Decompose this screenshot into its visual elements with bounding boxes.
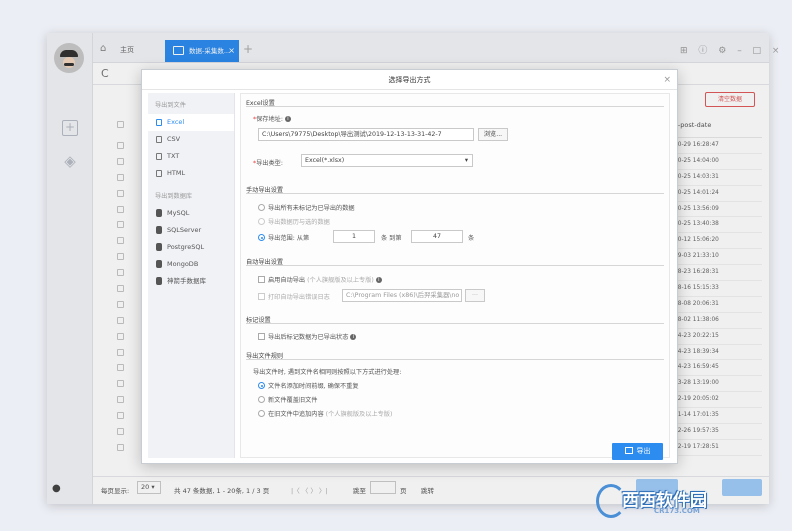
range-to-input[interactable]: 47: [411, 230, 463, 243]
menu-label: TXT: [167, 152, 180, 160]
watermark: 西西软件园 CR173.COM: [596, 482, 786, 522]
menu-label: 神箭手数据库: [167, 277, 206, 285]
auto-section-title: 自动导出设置: [246, 257, 664, 266]
rule-rename-label: 文件名添加时间前缀, 确保不重复: [268, 383, 359, 390]
file-group-label: 导出到文件: [155, 102, 186, 109]
menu-item-mongodb[interactable]: MongoDB: [148, 256, 234, 273]
export-type-label-text: 导出类型:: [256, 160, 283, 167]
range-end-label: 条: [468, 235, 475, 242]
file-icon: [156, 170, 162, 177]
radio-unmarked[interactable]: [258, 204, 265, 211]
radio-history: [258, 218, 265, 225]
auto-enable-text: 启用自动导出: [268, 277, 306, 284]
export-button-label: 导出: [636, 447, 651, 455]
dialog-title: 选择导出方式 ×: [142, 70, 677, 90]
rule-append-label: 在旧文件中追加内容 (个人旗舰版及以上专版): [268, 409, 392, 418]
database-icon: [156, 260, 162, 268]
menu-label: Excel: [167, 118, 185, 126]
opt-history-label: 导出数据历与选的数据: [268, 219, 330, 226]
export-button[interactable]: 导出: [612, 443, 663, 460]
mark-after-text: 导出后标记数据为已导出状态: [268, 334, 349, 341]
export-type-value: Excel(*.xlsx): [305, 157, 345, 164]
db-group-label: 导出到数据库: [155, 193, 193, 200]
file-icon: [156, 136, 162, 143]
menu-label: MongoDB: [167, 260, 199, 268]
auto-log-path-input: C:\Program Files (x86)\后羿采集器\no: [342, 289, 462, 302]
file-icon: [156, 153, 162, 160]
export-dialog: 选择导出方式 × 导出到文件 Excel CSV TXT HTML 导出到数据库 …: [141, 69, 678, 464]
save-path-label-text: 保存地址:: [256, 116, 283, 123]
rule-append-text: 在旧文件中追加内容: [268, 411, 324, 418]
close-icon[interactable]: ×: [663, 70, 671, 90]
menu-item-excel[interactable]: Excel: [148, 114, 234, 131]
dialog-title-text: 选择导出方式: [388, 76, 431, 84]
export-type-select[interactable]: Excel(*.xlsx) ▾: [301, 154, 473, 167]
settings-panel: Excel设置 *保存地址: i C:\Users\79775\Desktop\…: [240, 93, 670, 458]
radio-range[interactable]: [258, 234, 265, 241]
menu-item-shenjianshou[interactable]: 神箭手数据库: [148, 273, 234, 290]
radio-overwrite[interactable]: [258, 396, 265, 403]
menu-label: MySQL: [167, 209, 190, 217]
database-icon: [156, 209, 162, 217]
file-icon: [156, 119, 162, 126]
mark-section-title: 标记设置: [246, 315, 664, 324]
rule-section-title: 导出文件规则: [246, 351, 664, 360]
auto-log-browse-button: ···: [465, 289, 485, 302]
radio-rename[interactable]: [258, 382, 265, 389]
manual-section-title: 手动导出设置: [246, 185, 664, 194]
watermark-url: CR173.COM: [654, 507, 700, 515]
auto-log-checkbox: [258, 293, 265, 300]
rule-desc: 导出文件时, 遇到文件名相同则按照以下方式进行处理:: [253, 369, 402, 376]
mark-after-label: 导出后标记数据为已导出状态 i: [268, 332, 357, 341]
menu-item-html[interactable]: HTML: [148, 165, 234, 182]
opt-range-label: 导出范围: 从第: [268, 235, 310, 242]
menu-item-txt[interactable]: TXT: [148, 148, 234, 165]
database-icon: [156, 226, 162, 234]
opt-unmarked-label: 导出所有未标记为已导出的数据: [268, 205, 355, 212]
auto-enable-label: 启用自动导出 (个人旗舰版及以上专版) i: [268, 275, 382, 284]
info-icon[interactable]: i: [284, 116, 291, 122]
browse-button[interactable]: 浏览...: [478, 128, 508, 141]
export-target-menu: 导出到文件 Excel CSV TXT HTML 导出到数据库 MySQL SQ…: [148, 93, 235, 458]
rule-overwrite-label: 新文件覆盖旧文件: [268, 397, 318, 404]
menu-item-postgresql[interactable]: PostgreSQL: [148, 239, 234, 256]
radio-append[interactable]: [258, 410, 265, 417]
menu-item-sqlserver[interactable]: SQLServer: [148, 222, 234, 239]
menu-item-csv[interactable]: CSV: [148, 131, 234, 148]
mark-after-checkbox[interactable]: [258, 333, 265, 340]
export-icon: [624, 447, 633, 454]
info-icon[interactable]: i: [350, 334, 357, 340]
database-icon: [156, 243, 162, 251]
menu-label: PostgreSQL: [167, 243, 205, 251]
rule-append-note: (个人旗舰版及以上专版): [325, 411, 393, 418]
menu-label: HTML: [167, 169, 186, 177]
menu-item-mysql[interactable]: MySQL: [148, 205, 234, 222]
export-type-label: *导出类型:: [253, 160, 283, 167]
auto-enable-checkbox[interactable]: [258, 276, 265, 283]
menu-label: SQLServer: [167, 226, 202, 234]
database-icon: [156, 277, 162, 285]
auto-log-label: 打印自动导出错误日志: [268, 294, 330, 301]
auto-note: (个人旗舰版及以上专版): [307, 277, 374, 284]
menu-label: CSV: [167, 135, 181, 143]
range-from-input[interactable]: 1: [333, 230, 375, 243]
range-mid-label: 条 到第: [381, 235, 402, 242]
save-path-label: *保存地址: i: [253, 114, 291, 123]
chevron-down-icon: ▾: [464, 157, 468, 164]
excel-section-title: Excel设置: [246, 98, 664, 107]
save-path-input[interactable]: C:\Users\79775\Desktop\导出测试\2019-12-13-1…: [258, 128, 474, 141]
info-icon[interactable]: i: [375, 277, 382, 283]
